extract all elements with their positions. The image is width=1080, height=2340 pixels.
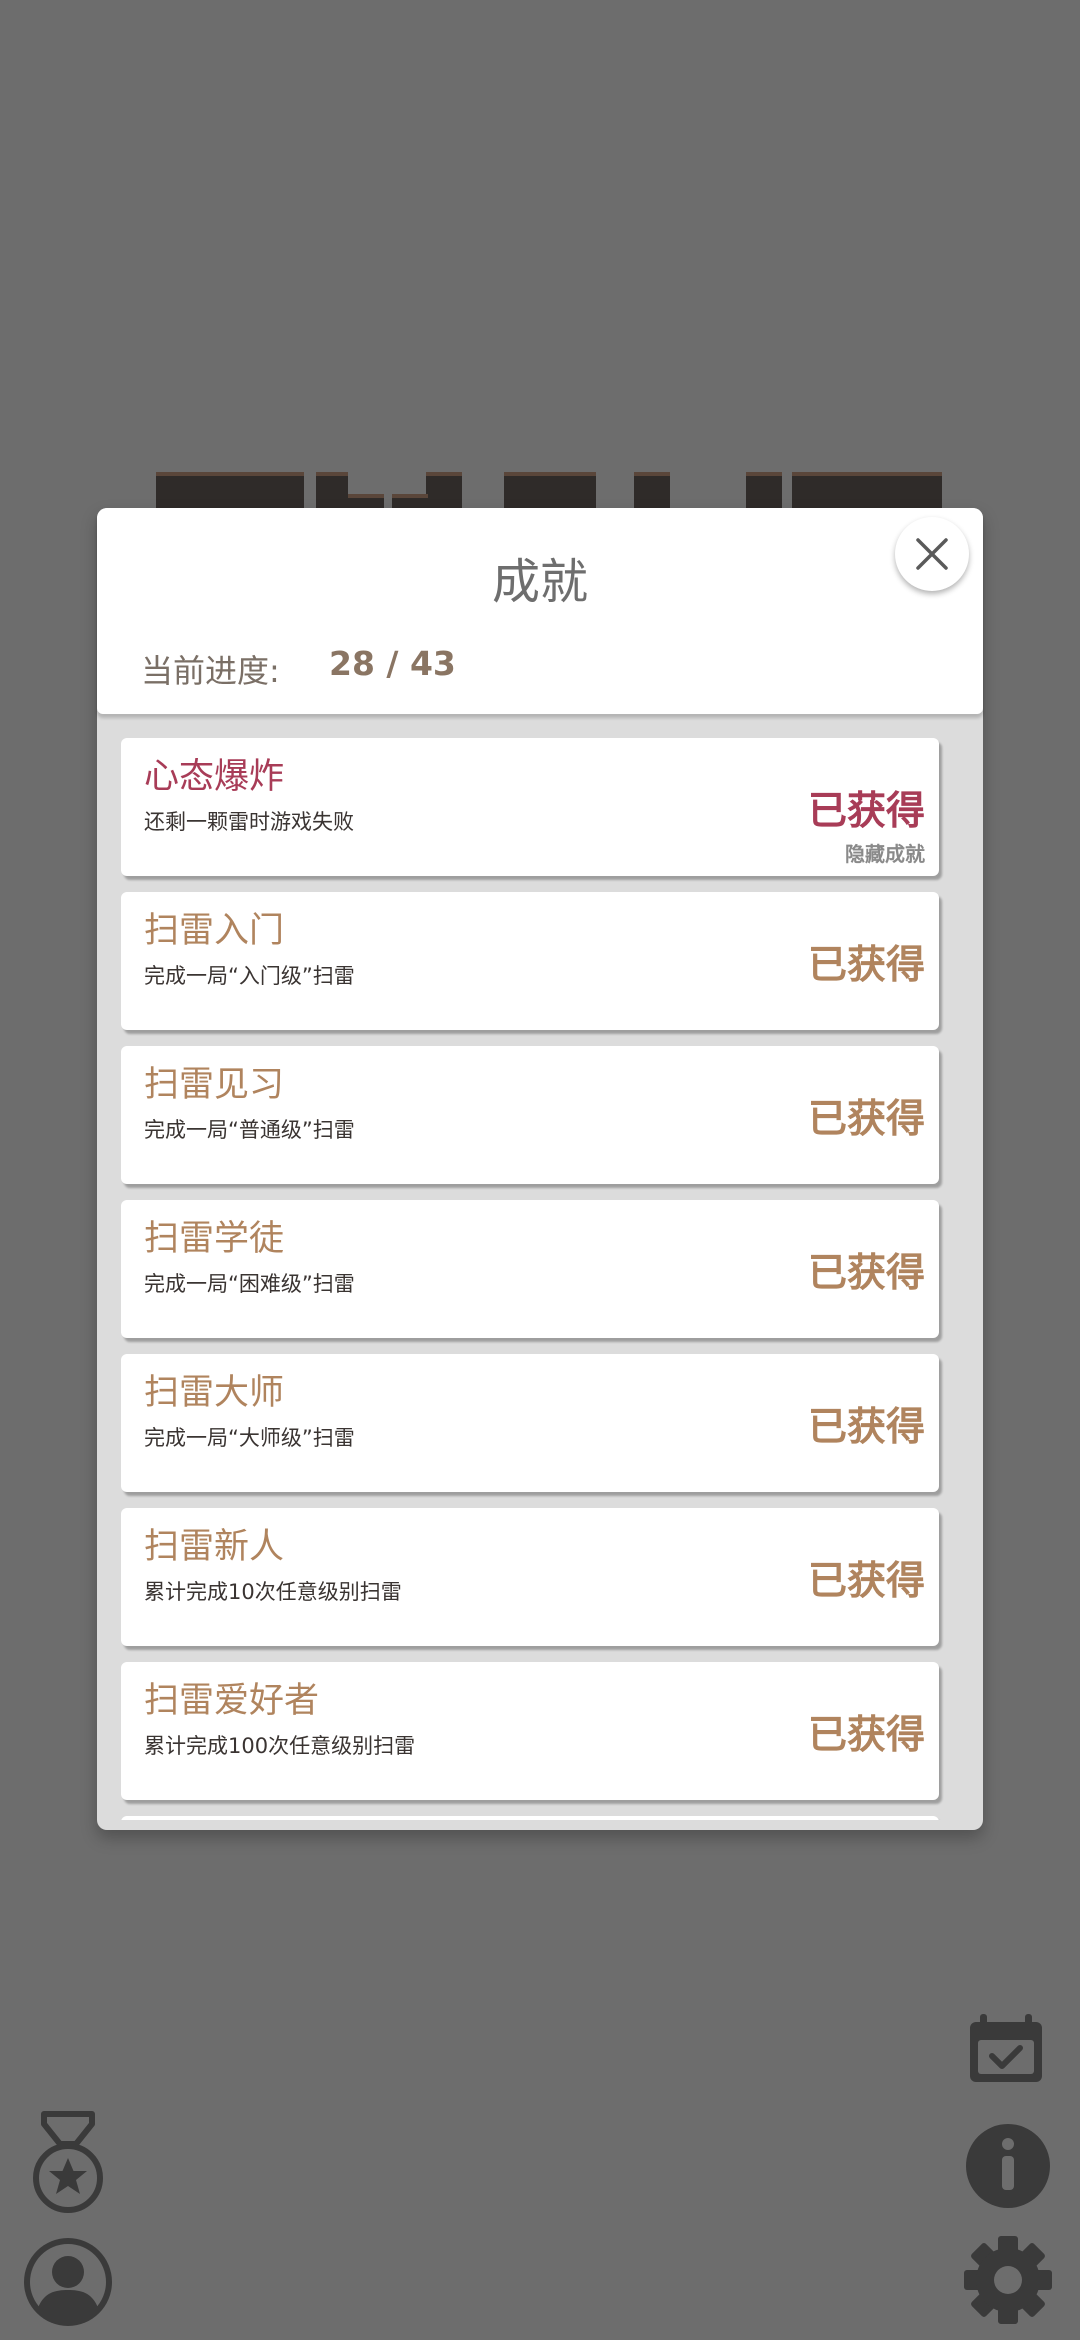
calendar-check-icon xyxy=(970,2014,1042,2082)
achievement-description: 完成一局“普通级”扫雷 xyxy=(144,1118,355,1142)
achievement-status: 已获得 xyxy=(807,1405,925,1450)
achievement-status: 已获得 xyxy=(807,1097,925,1142)
achievement-card-partial[interactable] xyxy=(121,1816,939,1820)
achievement-description: 完成一局“困难级”扫雷 xyxy=(144,1272,355,1296)
medal-star-icon xyxy=(33,2111,103,2213)
achievement-status: 已获得 xyxy=(807,1251,925,1296)
achievement-card[interactable]: 扫雷新人 累计完成10次任意级别扫雷 已获得 xyxy=(121,1508,939,1646)
achievement-card[interactable]: 扫雷学徒 完成一局“困难级”扫雷 已获得 xyxy=(121,1200,939,1338)
close-icon xyxy=(916,538,948,570)
achievement-list[interactable]: 心态爆炸 还剩一颗雷时游戏失败 已获得 隐藏成就 扫雷入门 完成一局“入门级”扫… xyxy=(97,718,983,1820)
achievement-description: 累计完成10次任意级别扫雷 xyxy=(144,1580,402,1604)
achievement-card[interactable]: 心态爆炸 还剩一颗雷时游戏失败 已获得 隐藏成就 xyxy=(121,738,939,876)
achievement-name: 扫雷新人 xyxy=(144,1527,285,1567)
progress-value: 28 / 43 xyxy=(329,644,456,683)
achievement-status: 已获得 xyxy=(807,789,925,834)
achievement-name: 扫雷学徒 xyxy=(144,1219,285,1259)
achievement-card[interactable]: 扫雷见习 完成一局“普通级”扫雷 已获得 xyxy=(121,1046,939,1184)
achievement-description: 还剩一颗雷时游戏失败 xyxy=(144,810,354,834)
info-icon xyxy=(966,2124,1050,2208)
achievements-modal: 成就 当前进度: 28 / 43 心态爆炸 还剩一颗雷时游戏失败 已获得 隐藏成… xyxy=(97,508,983,1830)
achievement-card[interactable]: 扫雷爱好者 累计完成100次任意级别扫雷 已获得 xyxy=(121,1662,939,1800)
achievement-description: 完成一局“大师级”扫雷 xyxy=(144,1426,355,1450)
hidden-achievement-tag: 隐藏成就 xyxy=(845,842,925,866)
daily-challenge-button[interactable] xyxy=(966,2012,1046,2086)
modal-header: 成就 当前进度: 28 / 43 xyxy=(97,508,983,714)
achievement-name: 扫雷入门 xyxy=(144,911,285,951)
achievement-status: 已获得 xyxy=(807,1559,925,1604)
achievement-description: 完成一局“入门级”扫雷 xyxy=(144,964,355,988)
achievement-name: 扫雷爱好者 xyxy=(144,1681,320,1721)
achievement-status: 已获得 xyxy=(807,1713,925,1758)
achievement-name: 扫雷见习 xyxy=(144,1065,285,1105)
modal-title: 成就 xyxy=(491,554,588,610)
close-button[interactable] xyxy=(895,517,969,591)
achievement-status: 已获得 xyxy=(807,943,925,988)
gear-icon xyxy=(964,2236,1052,2324)
achievement-card[interactable]: 扫雷大师 完成一局“大师级”扫雷 已获得 xyxy=(121,1354,939,1492)
info-button[interactable] xyxy=(964,2122,1052,2210)
progress-label: 当前进度: xyxy=(141,652,280,690)
profile-button[interactable] xyxy=(22,2236,114,2328)
achievement-name: 心态爆炸 xyxy=(144,757,285,797)
achievement-description: 累计完成100次任意级别扫雷 xyxy=(144,1734,416,1758)
user-profile-icon xyxy=(24,2238,112,2326)
achievement-name: 扫雷大师 xyxy=(144,1373,285,1413)
achievements-button[interactable] xyxy=(30,2110,106,2216)
settings-button[interactable] xyxy=(962,2234,1054,2326)
achievement-card[interactable]: 扫雷入门 完成一局“入门级”扫雷 已获得 xyxy=(121,892,939,1030)
